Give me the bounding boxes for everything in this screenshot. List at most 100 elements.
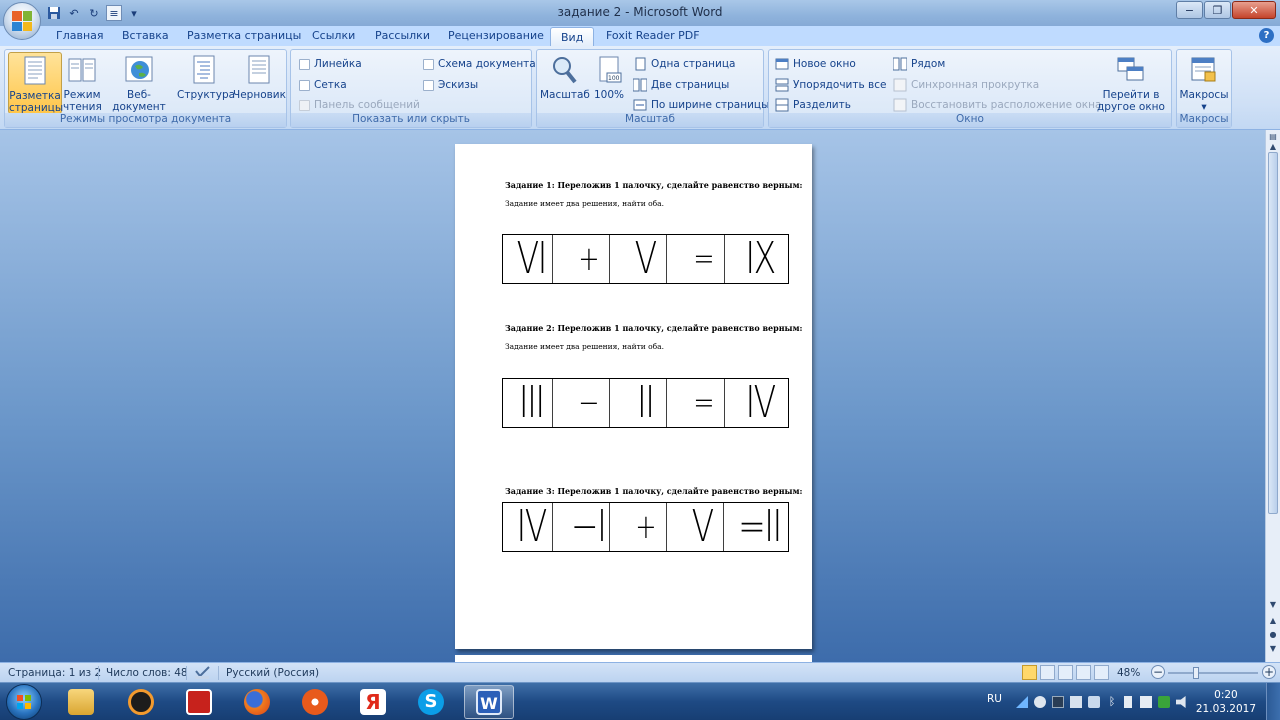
battery-icon[interactable] [1124,696,1132,708]
tab-view[interactable]: Вид [550,27,595,47]
office-button[interactable] [3,2,41,40]
side-by-side-button[interactable]: Рядом [892,56,945,72]
spelling-check-icon[interactable] [194,665,212,683]
tab-references[interactable]: Ссылки [312,29,355,42]
minimize-button[interactable]: − [1176,1,1203,19]
draft-button[interactable]: Черновик [233,52,286,114]
tab-insert[interactable]: Вставка [122,29,169,42]
document-map-checkbox[interactable]: Схема документа [423,56,536,72]
sync-scroll-button: Синхронная прокрутка [893,77,1039,93]
two-pages-icon [632,78,648,92]
view-draft-button[interactable] [1094,665,1109,680]
one-page-button[interactable]: Одна страница [633,56,735,72]
view-outline-button[interactable] [1076,665,1091,680]
split-button[interactable]: Разделить [775,97,851,113]
macros-button[interactable]: Макросы ▾ [1179,52,1229,114]
svg-text:100: 100 [608,75,620,82]
language-switch[interactable]: RU [987,693,1002,705]
tab-mailings[interactable]: Рассылки [375,29,430,42]
next-page-icon[interactable]: ▼ [1267,644,1279,656]
tab-page-layout[interactable]: Разметка страницы [187,29,301,42]
group-label: Показать или скрыть [291,113,531,127]
device-icon[interactable] [1070,696,1082,708]
network-signal-icon[interactable] [1016,696,1028,708]
clock-time: 0:20 [1214,689,1238,701]
page-width-button[interactable]: По ширине страницы [633,97,769,113]
power-icon[interactable] [1140,696,1152,708]
document-page[interactable]: Задание 1: Переложив 1 палочку, сделайте… [455,144,812,649]
web-layout-button[interactable]: Веб-документ [103,52,175,114]
thumbnails-checkbox[interactable]: Эскизы [423,77,478,93]
scroll-down-icon[interactable]: ▼ [1267,600,1279,612]
start-button[interactable] [6,684,42,720]
grid-checkbox[interactable]: Сетка [299,77,347,93]
reading-mode-label-2: чтения [63,101,102,113]
view-web-button[interactable] [1058,665,1073,680]
gear-icon[interactable] [1034,696,1046,708]
windows-logo-icon [17,695,31,709]
clock[interactable]: 0:20 21.03.2017 [1196,688,1256,716]
bluetooth-icon[interactable]: ᛒ [1106,696,1118,708]
web-document-icon [123,54,155,86]
equation-cell: V [681,503,725,551]
arrange-all-label: Упорядочить все [793,79,887,91]
tab-foxit-reader-pdf[interactable]: Foxit Reader PDF [606,29,700,42]
taskbar-skype[interactable]: S [406,685,456,719]
equation-cell: + [624,503,668,551]
zoom-slider[interactable] [1168,667,1258,679]
taskbar-avast[interactable] [116,685,166,719]
volume-icon[interactable] [1176,696,1186,708]
taskbar-acrobat[interactable] [174,685,224,719]
update-icon[interactable] [1158,696,1170,708]
print-layout-label-1: Разметка [9,90,61,102]
taskbar-explorer[interactable] [56,685,106,719]
scrollbar-thumb[interactable] [1268,152,1278,514]
two-pages-button[interactable]: Две страницы [632,77,730,93]
zoom-in-button[interactable]: + [1262,665,1276,679]
reset-window-position-button: Восстановить расположение окна [893,97,1101,113]
taskbar-yandex[interactable]: Я [348,685,398,719]
outline-button[interactable]: Структура [177,52,235,114]
tab-home[interactable]: Главная [56,29,104,42]
vertical-scrollbar[interactable]: ▤ ▲ ▼ ▲ ● ▼ [1265,130,1280,662]
new-window-button[interactable]: Новое окно [775,56,856,72]
print-layout-button[interactable]: Разметка страницы [8,52,63,114]
word-count[interactable]: Число слов: 48 [106,667,188,679]
tab-review[interactable]: Рецензирование [448,29,544,42]
zoom-button[interactable]: Масштаб [540,52,590,114]
taskbar-firefox[interactable] [232,685,282,719]
acrobat-icon [186,689,212,715]
restore-button[interactable]: ❐ [1204,1,1231,19]
page-width-icon [633,98,647,112]
show-desktop-button[interactable] [1266,683,1280,720]
view-print-layout-button[interactable] [1022,665,1037,680]
taskbar-media-player[interactable] [290,685,340,719]
zoom-slider-thumb[interactable] [1193,667,1200,679]
arrange-all-button[interactable]: Упорядочить все [775,77,886,93]
language-indicator[interactable]: Русский (Россия) [226,667,319,679]
switch-windows-button[interactable]: Перейти в другое окно ▾ [1093,52,1169,125]
ruler-checkbox[interactable]: Линейка [299,56,362,72]
monitor-icon[interactable] [1052,696,1064,708]
close-button[interactable]: ✕ [1232,1,1276,19]
help-icon[interactable]: ? [1259,28,1274,43]
clipboard-icon[interactable] [1088,696,1100,708]
one-page-icon [633,57,647,71]
previous-page-icon[interactable]: ▲ [1267,616,1279,628]
full-screen-reading-button[interactable]: Режим чтения [63,52,102,114]
zoom-level[interactable]: 48% [1117,667,1140,679]
document-map-label: Схема документа [438,58,536,70]
equation-cell: VI [510,235,554,283]
task-3-equation-table: IV −I + V =II [502,502,789,552]
page-width-label: По ширине страницы [651,99,770,111]
taskbar-word[interactable]: W [464,685,514,719]
browse-object-icon[interactable]: ● [1267,630,1279,642]
page-count[interactable]: Страница: 1 из 2 [8,667,101,679]
two-pages-label: Две страницы [651,79,730,91]
view-reading-button[interactable] [1040,665,1055,680]
checkbox-icon [423,58,434,70]
zoom-out-button[interactable]: − [1151,665,1165,679]
task-2-title: Задание 2: Переложив 1 палочку, сделайте… [505,323,803,333]
zoom-100-button[interactable]: 100 100% [592,52,626,114]
group-zoom: Масштаб 100 100% Одна страница Две стран… [536,49,769,128]
